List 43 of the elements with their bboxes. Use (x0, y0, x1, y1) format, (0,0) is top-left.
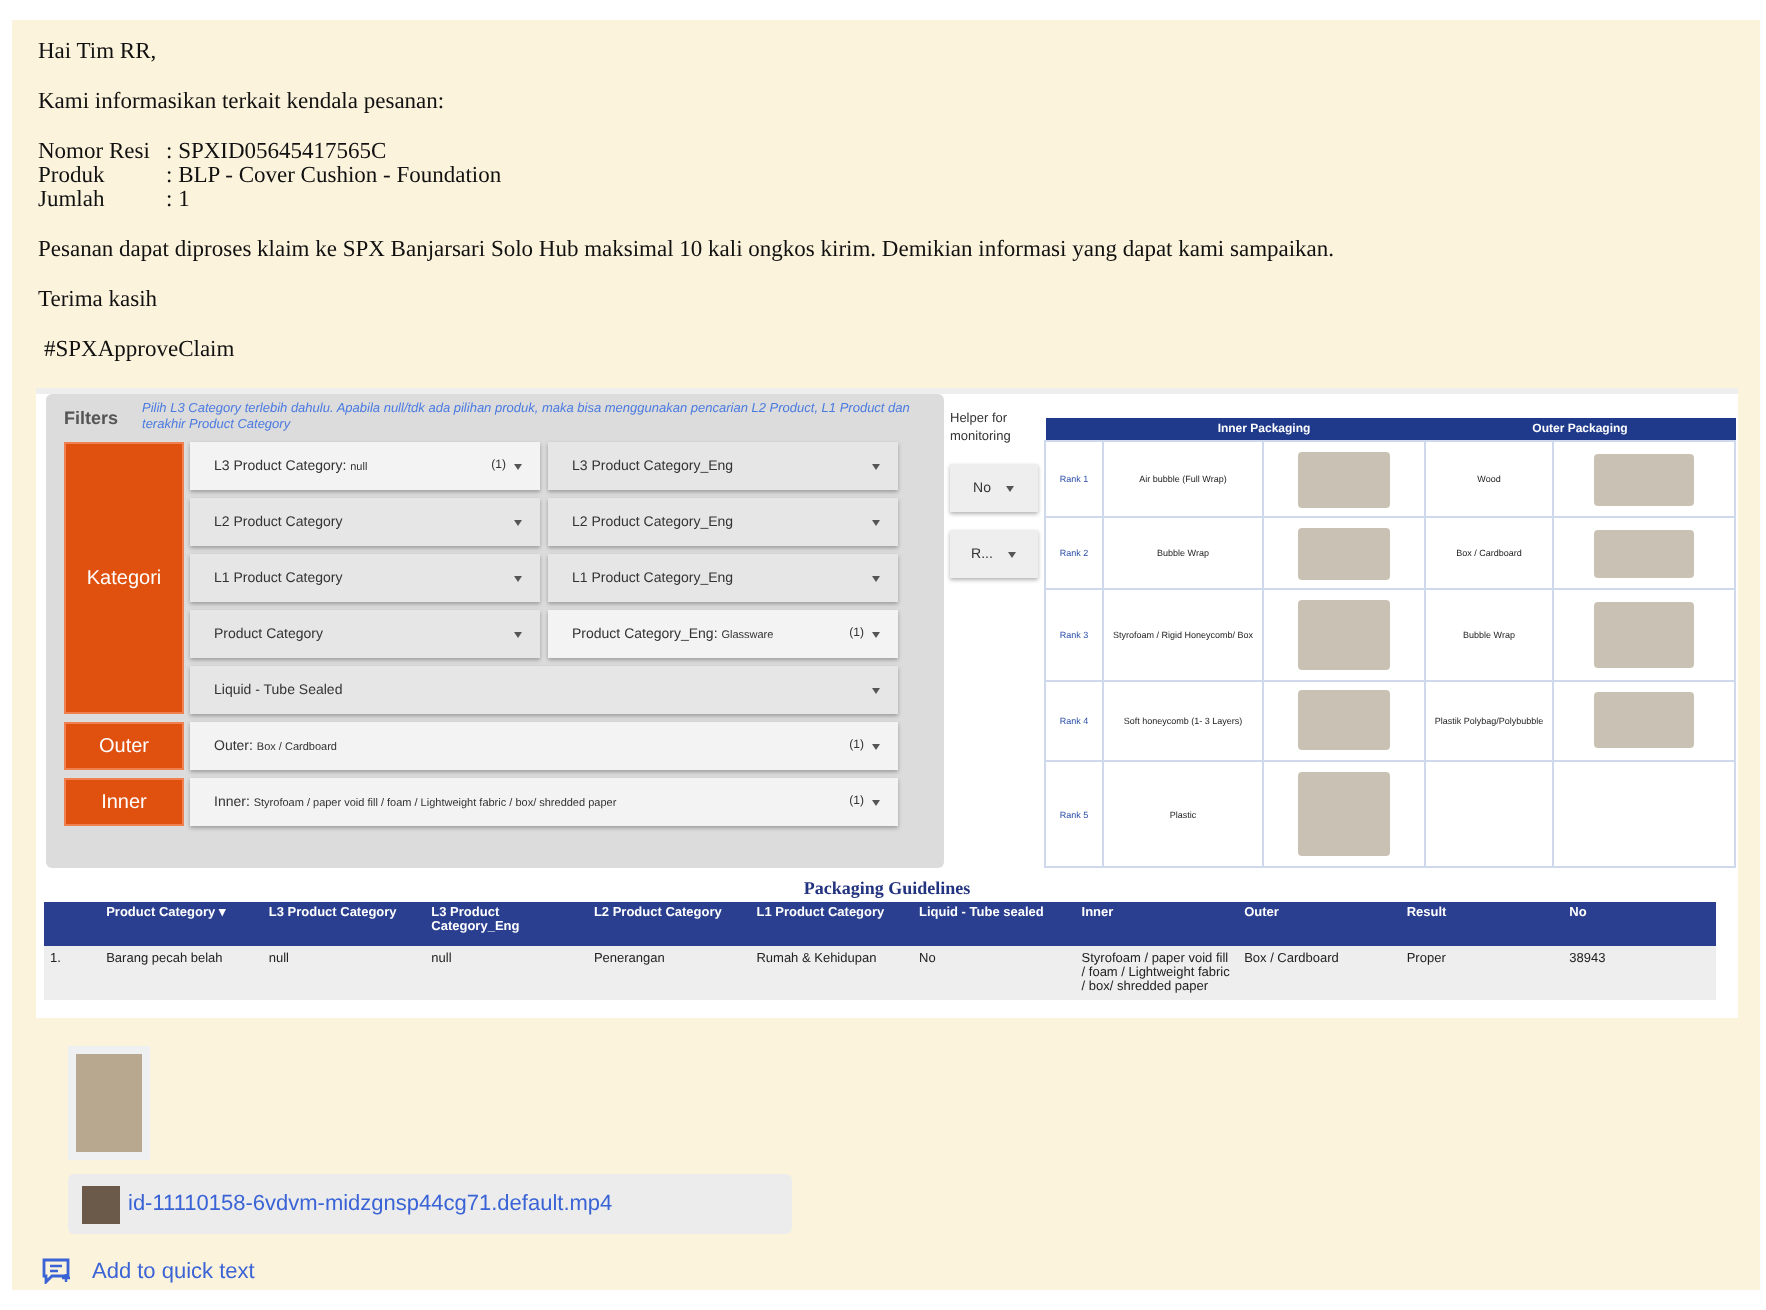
video-thumbnail (82, 1185, 120, 1223)
caret-icon (872, 575, 880, 581)
caret-icon (872, 631, 880, 637)
caret-icon (514, 463, 522, 469)
group-label: Outer (64, 722, 184, 770)
photo-placeholder (1298, 772, 1390, 856)
photo-placeholder (1298, 527, 1390, 580)
photo-placeholder[interactable] (68, 1046, 150, 1160)
group-label: Kategori (64, 442, 184, 714)
caret-icon (872, 799, 880, 805)
caret-icon (872, 519, 880, 525)
caret-icon (872, 743, 880, 749)
group-label: Inner (64, 778, 184, 826)
field-label: Nomor Resi (38, 140, 152, 164)
photo-placeholder (1298, 600, 1390, 671)
photo-placeholder (1594, 602, 1694, 669)
caret-icon (1008, 551, 1017, 557)
caret-icon (514, 631, 522, 637)
field-value: : SPXID05645417565C (166, 140, 387, 164)
photo-placeholder (1594, 453, 1694, 506)
caret-icon (514, 519, 522, 525)
intro-text: Kami informasikan terkait kendala pesanan: (38, 90, 447, 114)
caret-icon (872, 463, 880, 469)
field-label: Jumlah (38, 188, 107, 212)
caret-icon (1006, 485, 1015, 491)
caret-icon (514, 575, 522, 581)
closing-text: Terima kasih (38, 288, 160, 312)
photo-placeholder (1298, 690, 1390, 751)
field-value: : BLP - Cover Cushion - Foundation (166, 164, 502, 188)
guidelines-title: Packaging Guidelines (801, 878, 973, 898)
chat-add-icon (42, 1258, 72, 1284)
photo-placeholder (1298, 451, 1390, 508)
field-value: : 1 (166, 188, 190, 212)
greeting-text: Hai Tim RR, (38, 40, 159, 64)
video-attachment[interactable]: id-11110158-6vdvm-midzgnsp44cg71.default.mp4 (68, 1174, 792, 1234)
field-label: Produk (38, 164, 107, 188)
photo-placeholder (1594, 529, 1694, 578)
filters-title: Filters (64, 406, 119, 428)
caret-icon (872, 687, 880, 693)
photo-placeholder (1594, 692, 1694, 749)
hashtag-text: #SPXApproveClaim (42, 338, 237, 362)
add-quick-text-link[interactable]: Add to quick text (42, 1258, 255, 1284)
body-text: Pesanan dapat diproses klaim ke SPX Banjarsari Solo Hub maksimal 10 kali ongkos kirim. Demikian informasi yang dapat kami sampaikan. (38, 238, 1337, 262)
